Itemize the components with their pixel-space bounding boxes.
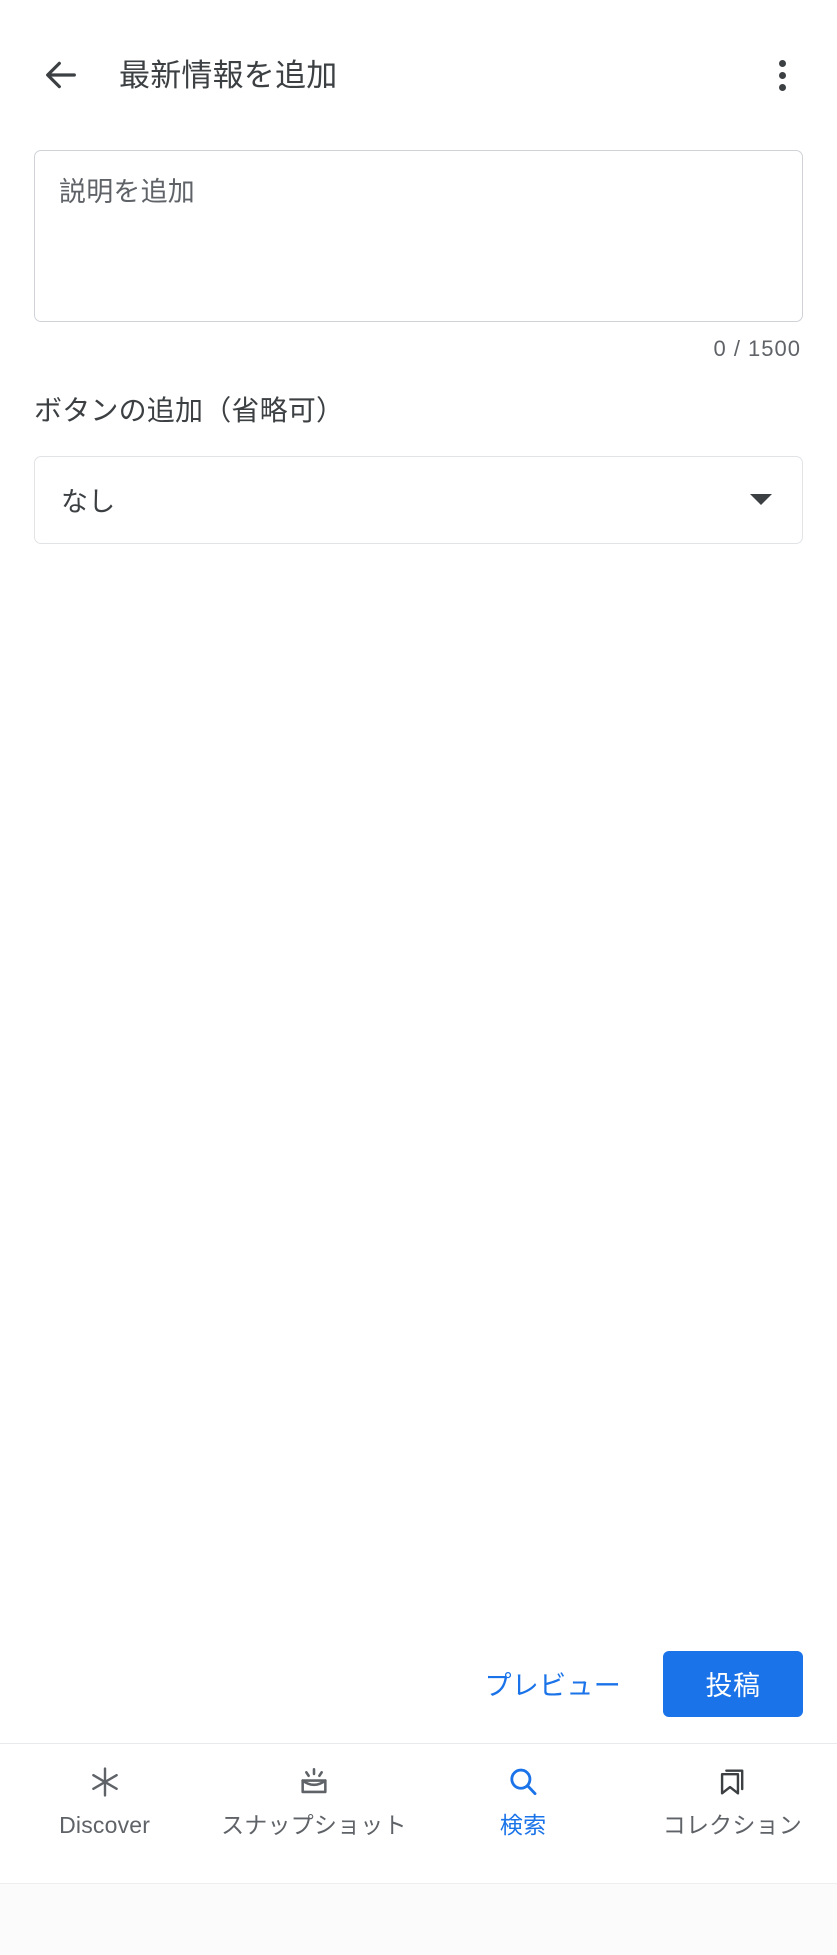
gesture-nav-strip (0, 1883, 837, 1955)
search-icon (506, 1762, 540, 1802)
nav-label-search: 検索 (499, 1812, 547, 1838)
asterisk-icon (88, 1762, 122, 1802)
button-section-label: ボタンの追加（省略可） (34, 395, 345, 426)
more-vert-icon-dot-1 (778, 59, 786, 67)
back-button[interactable] (30, 44, 92, 106)
snapshot-icon (297, 1762, 331, 1802)
post-button[interactable]: 投稿 (663, 1650, 803, 1717)
description-placeholder: 説明を追加 (59, 177, 195, 207)
overflow-menu-button[interactable] (753, 46, 811, 104)
dropdown-arrow-icon (750, 494, 772, 506)
bottom-navigation: Discover スナップショット 検索 コレクション (0, 1743, 837, 1883)
button-type-select[interactable]: なし (34, 455, 803, 544)
bookmark-icon (715, 1762, 749, 1802)
nav-label-collections: コレクション (662, 1812, 802, 1838)
app-bar: 最新情報を追加 (0, 0, 837, 150)
add-update-screen: 最新情報を追加 説明を追加 0 / 1500 ボタンの追加（省略可） なし プレ… (0, 0, 837, 1955)
description-input[interactable]: 説明を追加 (34, 150, 803, 322)
nav-item-snapshot[interactable]: スナップショット (209, 1762, 418, 1837)
nav-item-collections[interactable]: コレクション (628, 1762, 837, 1837)
preview-button[interactable]: プレビュー (475, 1650, 632, 1717)
more-vert-icon-dot-3 (778, 83, 786, 91)
button-type-select-value: なし (61, 487, 116, 518)
action-row: プレビュー 投稿 (0, 1650, 837, 1743)
arrow-back-icon (41, 55, 81, 95)
character-counter: 0 / 1500 (713, 336, 801, 361)
nav-label-discover: Discover (59, 1812, 151, 1838)
form-area: 説明を追加 0 / 1500 ボタンの追加（省略可） なし (0, 150, 837, 1650)
page-title: 最新情報を追加 (119, 57, 338, 93)
nav-item-search[interactable]: 検索 (419, 1762, 628, 1837)
more-vert-icon-dot-2 (778, 71, 786, 79)
nav-label-snapshot: スナップショット (221, 1812, 407, 1838)
nav-item-discover[interactable]: Discover (0, 1762, 209, 1837)
